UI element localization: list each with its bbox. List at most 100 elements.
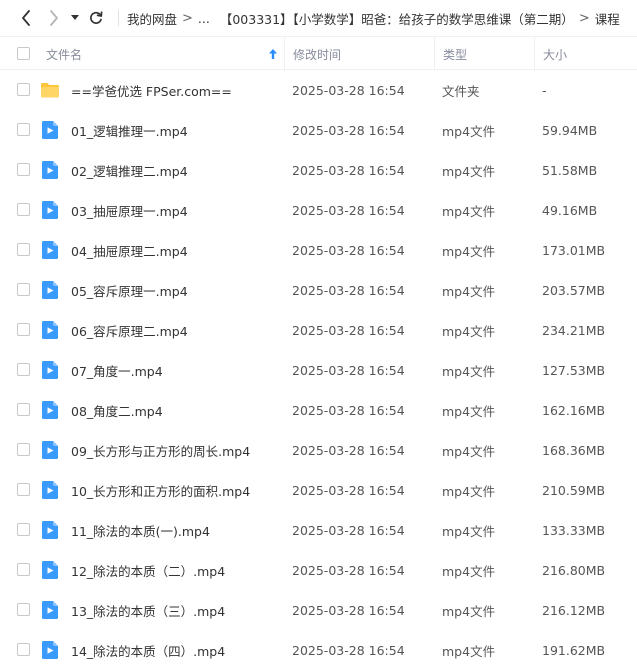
forward-button[interactable] (44, 8, 64, 28)
caret-down-icon (71, 15, 79, 20)
file-name[interactable]: 12_除法的本质（二）.mp4 (71, 561, 225, 580)
file-name-cell[interactable]: ==学爸优选 FPSer.com== (40, 70, 284, 110)
file-name[interactable]: 03_抽屉原理一.mp4 (71, 201, 188, 220)
header-modified[interactable]: 修改时间 (284, 37, 434, 71)
file-name-cell[interactable]: 13_除法的本质（三）.mp4 (40, 590, 284, 630)
row-checkbox[interactable] (17, 243, 30, 256)
breadcrumb-parent-folder[interactable]: 【003331】【小学数学】昭爸：给孩子的数学思维课（第二期） (220, 9, 574, 28)
back-button[interactable] (16, 8, 36, 28)
file-name[interactable]: 11_除法的本质(一).mp4 (71, 521, 210, 540)
file-name[interactable]: 01_逻辑推理一.mp4 (71, 121, 188, 140)
refresh-button[interactable] (86, 8, 106, 28)
file-name[interactable]: 13_除法的本质（三）.mp4 (71, 601, 225, 620)
file-size: - (542, 82, 547, 98)
file-name-cell[interactable]: 01_逻辑推理一.mp4 (40, 110, 284, 150)
file-size: 127.53MB (542, 362, 606, 378)
header-name[interactable]: 文件名 (46, 37, 284, 71)
row-checkbox[interactable] (17, 563, 30, 576)
file-name-cell[interactable]: 07_角度一.mp4 (40, 350, 284, 390)
file-name-cell[interactable]: 02_逻辑推理二.mp4 (40, 150, 284, 190)
video-file-icon (40, 240, 62, 260)
size-cell: 168.36MB (542, 430, 637, 470)
file-size: 203.57MB (542, 282, 606, 298)
chevron-left-icon (22, 10, 30, 26)
file-name-cell[interactable]: 12_除法的本质（二）.mp4 (40, 550, 284, 590)
file-name[interactable]: 09_长方形与正方形的周长.mp4 (71, 441, 250, 460)
row-checkbox[interactable] (17, 203, 30, 216)
file-name[interactable]: 14_除法的本质（四）.mp4 (71, 641, 225, 660)
row-checkbox[interactable] (17, 363, 30, 376)
file-row[interactable]: 10_长方形和正方形的面积.mp4 2025-03-28 16:54 mp4文件 21… (0, 470, 637, 510)
history-dropdown-button[interactable] (68, 8, 82, 28)
file-name[interactable]: ==学爸优选 FPSer.com== (71, 81, 232, 100)
modified-date: 2025-03-28 16:54 (292, 402, 405, 418)
video-file-icon (40, 400, 62, 420)
file-row[interactable]: 06_容斥原理二.mp4 2025-03-28 16:54 mp4文件 234.21M… (0, 310, 637, 350)
sort-up-arrow-icon (269, 49, 277, 59)
file-name-cell[interactable]: 05_容斥原理一.mp4 (40, 270, 284, 310)
breadcrumb-ellipsis[interactable]: ... (198, 11, 210, 26)
video-file-icon (40, 520, 62, 540)
file-table: 文件名 修改时间 类型 大小 ==学爸优选 FPSer.com== 2025-03… (0, 36, 637, 670)
row-checkbox[interactable] (17, 83, 30, 96)
file-row[interactable]: 09_长方形与正方形的周长.mp4 2025-03-28 16:54 mp4文件 16… (0, 430, 637, 470)
file-name[interactable]: 06_容斥原理二.mp4 (71, 321, 188, 340)
file-name[interactable]: 05_容斥原理一.mp4 (71, 281, 188, 300)
type-cell: mp4文件 (442, 110, 534, 150)
file-name[interactable]: 07_角度一.mp4 (71, 361, 163, 380)
file-row[interactable]: 11_除法的本质(一).mp4 2025-03-28 16:54 mp4文件 133.… (0, 510, 637, 550)
file-type: mp4文件 (442, 323, 496, 339)
header-size[interactable]: 大小 (534, 37, 637, 71)
row-checkbox[interactable] (17, 483, 30, 496)
row-checkbox[interactable] (17, 123, 30, 136)
file-row[interactable]: ==学爸优选 FPSer.com== 2025-03-28 16:54 文件夹 - (0, 70, 637, 110)
row-checkbox[interactable] (17, 163, 30, 176)
file-name-cell[interactable]: 08_角度二.mp4 (40, 390, 284, 430)
file-name-cell[interactable]: 14_除法的本质（四）.mp4 (40, 630, 284, 670)
file-name-cell[interactable]: 03_抽屉原理一.mp4 (40, 190, 284, 230)
file-type: mp4文件 (442, 203, 496, 219)
file-name[interactable]: 02_逻辑推理二.mp4 (71, 161, 188, 180)
file-type: mp4文件 (442, 283, 496, 299)
size-cell: 191.62MB (542, 630, 637, 670)
file-row[interactable]: 07_角度一.mp4 2025-03-28 16:54 mp4文件 127.53MB (0, 350, 637, 390)
row-checkbox[interactable] (17, 523, 30, 536)
type-cell: mp4文件 (442, 150, 534, 190)
modified-date: 2025-03-28 16:54 (292, 322, 405, 338)
file-row[interactable]: 14_除法的本质（四）.mp4 2025-03-28 16:54 mp4文件 191.… (0, 630, 637, 670)
file-row[interactable]: 03_抽屉原理一.mp4 2025-03-28 16:54 mp4文件 49.16MB (0, 190, 637, 230)
modified-date: 2025-03-28 16:54 (292, 562, 405, 578)
file-name-cell[interactable]: 10_长方形和正方形的面积.mp4 (40, 470, 284, 510)
row-checkbox[interactable] (17, 283, 30, 296)
file-size: 216.80MB (542, 562, 606, 578)
header-type[interactable]: 类型 (434, 37, 534, 71)
file-row[interactable]: 05_容斥原理一.mp4 2025-03-28 16:54 mp4文件 203.57M… (0, 270, 637, 310)
row-checkbox[interactable] (17, 323, 30, 336)
file-name-cell[interactable]: 06_容斥原理二.mp4 (40, 310, 284, 350)
file-row[interactable]: 04_抽屉原理二.mp4 2025-03-28 16:54 mp4文件 173.01M… (0, 230, 637, 270)
file-row[interactable]: 08_角度二.mp4 2025-03-28 16:54 mp4文件 162.16MB (0, 390, 637, 430)
row-checkbox[interactable] (17, 603, 30, 616)
toolbar: 我的网盘 > ... 【003331】【小学数学】昭爸：给孩子的数学思维课（第二… (0, 0, 637, 36)
modified-cell: 2025-03-28 16:54 (292, 70, 434, 110)
file-name[interactable]: 04_抽屉原理二.mp4 (71, 241, 188, 260)
file-row[interactable]: 01_逻辑推理一.mp4 2025-03-28 16:54 mp4文件 59.94MB (0, 110, 637, 150)
file-row[interactable]: 13_除法的本质（三）.mp4 2025-03-28 16:54 mp4文件 216.… (0, 590, 637, 630)
file-name[interactable]: 10_长方形和正方形的面积.mp4 (71, 481, 250, 500)
row-checkbox[interactable] (17, 643, 30, 656)
size-cell: 210.59MB (542, 470, 637, 510)
file-size: 51.58MB (542, 162, 598, 178)
type-cell: 文件夹 (442, 70, 534, 110)
type-cell: mp4文件 (442, 630, 534, 670)
file-name-cell[interactable]: 09_长方形与正方形的周长.mp4 (40, 430, 284, 470)
row-checkbox[interactable] (17, 403, 30, 416)
select-all-checkbox[interactable] (17, 47, 30, 60)
breadcrumb-current-folder[interactable]: 课程 (595, 9, 620, 28)
row-checkbox[interactable] (17, 443, 30, 456)
file-row[interactable]: 02_逻辑推理二.mp4 2025-03-28 16:54 mp4文件 51.58MB (0, 150, 637, 190)
file-row[interactable]: 12_除法的本质（二）.mp4 2025-03-28 16:54 mp4文件 216.… (0, 550, 637, 590)
file-name[interactable]: 08_角度二.mp4 (71, 401, 163, 420)
file-name-cell[interactable]: 11_除法的本质(一).mp4 (40, 510, 284, 550)
file-name-cell[interactable]: 04_抽屉原理二.mp4 (40, 230, 284, 270)
breadcrumb-root[interactable]: 我的网盘 (127, 9, 177, 28)
